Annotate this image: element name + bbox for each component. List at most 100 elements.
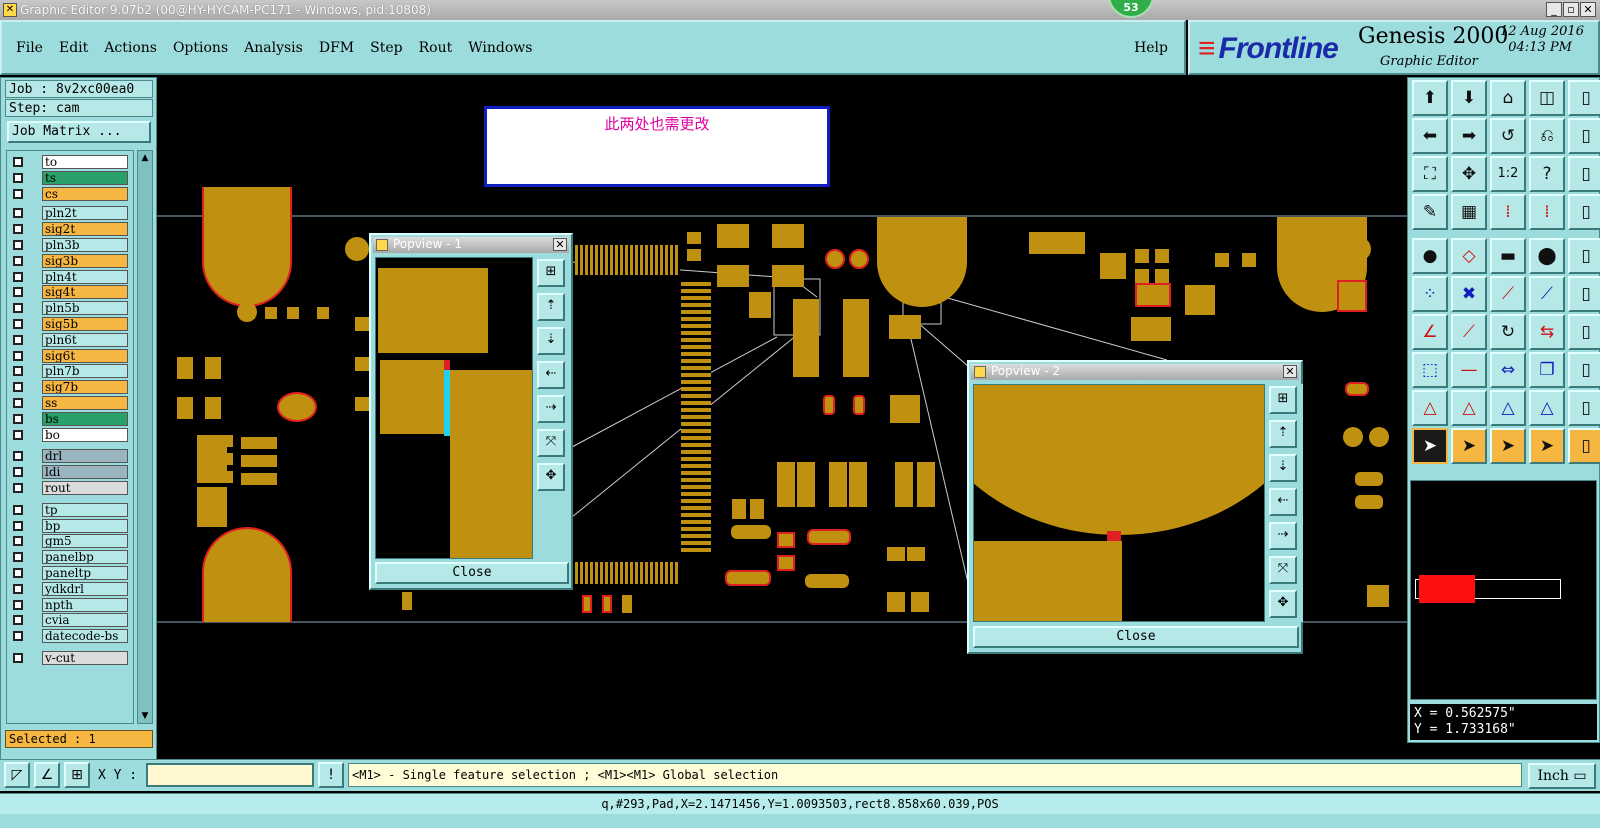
add-circle-icon[interactable]: ⬤ bbox=[1529, 238, 1565, 274]
layer-label[interactable]: pln4t bbox=[42, 269, 128, 284]
add-surface-icon[interactable]: ◇ bbox=[1451, 238, 1487, 274]
extra-tool-icon[interactable]: ▯ bbox=[1568, 428, 1600, 464]
view-indicator[interactable] bbox=[1419, 575, 1475, 603]
layer-label[interactable]: sig7b bbox=[42, 380, 128, 395]
layer-row-ss[interactable]: ss bbox=[9, 396, 131, 410]
job-matrix-button[interactable]: Job Matrix ... bbox=[7, 121, 151, 143]
move-left-icon[interactable]: ⬅ bbox=[1412, 118, 1448, 154]
layer-row-rout[interactable]: rout bbox=[9, 481, 131, 495]
triangle-d-icon[interactable]: △ bbox=[1529, 390, 1565, 426]
move-down-icon[interactable]: ⬇ bbox=[1451, 80, 1487, 116]
layer-row-sig4t[interactable]: sig4t bbox=[9, 285, 131, 300]
zoom-in-icon[interactable]: ✥ bbox=[537, 463, 565, 491]
layer-checkbox[interactable] bbox=[13, 334, 23, 345]
layer-row-sig2t[interactable]: sig2t bbox=[9, 222, 131, 237]
layer-checkbox[interactable] bbox=[13, 429, 23, 440]
extra-tool-icon[interactable]: ▯ bbox=[1568, 352, 1600, 388]
zoom-window-icon[interactable]: ⊞ bbox=[537, 259, 565, 287]
snap-icon[interactable]: ◸ bbox=[4, 762, 30, 788]
layer-row-sig5b[interactable]: sig5b bbox=[9, 317, 131, 331]
layer-label[interactable]: pln2t bbox=[42, 206, 128, 221]
layer-label[interactable]: drl bbox=[42, 449, 128, 464]
delete-icon[interactable]: ✖ bbox=[1451, 276, 1487, 312]
menu-actions[interactable]: Actions bbox=[104, 40, 157, 56]
layer-label[interactable]: sig4t bbox=[42, 285, 128, 300]
layer-checkbox[interactable] bbox=[13, 467, 23, 478]
select-net-icon[interactable]: ➤ bbox=[1529, 428, 1565, 464]
extra-tool-icon[interactable]: ▯ bbox=[1568, 156, 1600, 192]
layer-checkbox[interactable] bbox=[13, 271, 23, 282]
layer-checkbox[interactable] bbox=[13, 319, 23, 329]
select-pointer-icon[interactable]: ➤ bbox=[1412, 428, 1448, 464]
layer-label[interactable]: ts bbox=[42, 170, 128, 185]
popview-2-titlebar[interactable]: Popview - 2 ✕ bbox=[971, 364, 1299, 380]
window-split-icon[interactable]: ◫ bbox=[1529, 80, 1565, 116]
layer-label[interactable]: sig3b bbox=[42, 253, 128, 268]
pan-left-icon[interactable]: ⇠ bbox=[1269, 488, 1297, 516]
layer-label[interactable]: bs bbox=[42, 411, 128, 426]
layer-label[interactable]: cs bbox=[42, 186, 128, 201]
pan-down-icon[interactable]: ⇣ bbox=[1269, 454, 1297, 482]
layer-row-pln6t[interactable]: pln6t bbox=[9, 332, 131, 347]
layer-checkbox[interactable] bbox=[13, 504, 23, 515]
add-arc-icon[interactable]: ⟋ bbox=[1529, 276, 1565, 312]
layer-label[interactable]: cvia bbox=[42, 613, 128, 628]
layer-checkbox[interactable] bbox=[13, 208, 23, 219]
layer-row-pln4t[interactable]: pln4t bbox=[9, 269, 131, 284]
layer-row-ldi[interactable]: ldi bbox=[9, 465, 131, 480]
layer-checkbox[interactable] bbox=[13, 287, 23, 298]
maximize-button[interactable]: ▫ bbox=[1563, 2, 1579, 17]
layer-row-cs[interactable]: cs bbox=[9, 186, 131, 201]
menu-dfm[interactable]: DFM bbox=[319, 40, 354, 56]
layer-checkbox[interactable] bbox=[13, 615, 23, 626]
slash-icon[interactable]: ⟋ bbox=[1451, 314, 1487, 350]
query-icon[interactable]: ? bbox=[1529, 156, 1565, 192]
layer-label[interactable]: ldi bbox=[42, 465, 128, 480]
layer-row-cvia[interactable]: cvia bbox=[9, 613, 131, 628]
popview-1-window[interactable]: Popview - 1 ✕ ⊞ ⇡ ⇣ ⇠ ⇢ ⤧ ✥ Close bbox=[369, 233, 573, 590]
xy-input[interactable] bbox=[146, 763, 314, 787]
unit-selector[interactable]: Inch ▭ bbox=[1528, 763, 1596, 789]
extra-tool-icon[interactable]: ▯ bbox=[1568, 194, 1600, 230]
mirror-icon[interactable]: ⇆ bbox=[1529, 314, 1565, 350]
warning-icon[interactable]: ! bbox=[318, 762, 344, 788]
layer-label[interactable]: bp bbox=[42, 518, 128, 533]
layer-checkbox[interactable] bbox=[13, 172, 23, 183]
connect-icon[interactable]: ⁘ bbox=[1412, 276, 1448, 312]
menu-analysis[interactable]: Analysis bbox=[244, 40, 303, 56]
layer-row-bs[interactable]: bs bbox=[9, 411, 131, 426]
layer-row-pln2t[interactable]: pln2t bbox=[9, 206, 131, 221]
move-up-icon[interactable]: ⬆ bbox=[1412, 80, 1448, 116]
extra-tool-icon[interactable]: ▯ bbox=[1568, 390, 1600, 426]
menu-step[interactable]: Step bbox=[370, 40, 402, 56]
layer-label[interactable]: ss bbox=[42, 396, 128, 410]
layer-row-bp[interactable]: bp bbox=[9, 518, 131, 533]
extra-tool-icon[interactable]: ▯ bbox=[1568, 118, 1600, 154]
layer-row-sig3b[interactable]: sig3b bbox=[9, 253, 131, 268]
layer-row-v-cut[interactable]: v-cut bbox=[9, 651, 131, 665]
menu-windows[interactable]: Windows bbox=[468, 40, 532, 56]
layer-row-sig6t[interactable]: sig6t bbox=[9, 348, 131, 363]
menu-rout[interactable]: Rout bbox=[419, 40, 453, 56]
layer-label[interactable]: to bbox=[42, 155, 128, 169]
layer-row-tp[interactable]: tp bbox=[9, 502, 131, 517]
layer-label[interactable]: tp bbox=[42, 502, 128, 517]
layer-checkbox[interactable] bbox=[13, 552, 23, 563]
zoom-1to2-icon[interactable]: 1:2 bbox=[1490, 156, 1526, 192]
layer-checkbox[interactable] bbox=[13, 303, 23, 314]
popview-2-canvas[interactable] bbox=[973, 384, 1265, 622]
extra-tool-icon[interactable]: ▯ bbox=[1568, 276, 1600, 312]
layer-row-drl[interactable]: drl bbox=[9, 449, 131, 464]
layer-label[interactable]: bo bbox=[42, 427, 128, 442]
layer-row-datecode-bs[interactable]: datecode-bs bbox=[9, 629, 131, 644]
home-icon[interactable]: ⌂ bbox=[1490, 80, 1526, 116]
layer-checkbox[interactable] bbox=[13, 157, 23, 167]
extra-tool-icon[interactable]: ▯ bbox=[1568, 314, 1600, 350]
extra-tool-icon[interactable]: ▯ bbox=[1568, 80, 1600, 116]
triangle-c-icon[interactable]: △ bbox=[1490, 390, 1526, 426]
layer-checkbox[interactable] bbox=[13, 382, 23, 393]
layer-checkbox[interactable] bbox=[13, 536, 23, 547]
layer-label[interactable]: sig6t bbox=[42, 348, 128, 363]
layer-label[interactable]: npth bbox=[42, 597, 128, 612]
minimize-button[interactable]: _ bbox=[1546, 2, 1562, 17]
